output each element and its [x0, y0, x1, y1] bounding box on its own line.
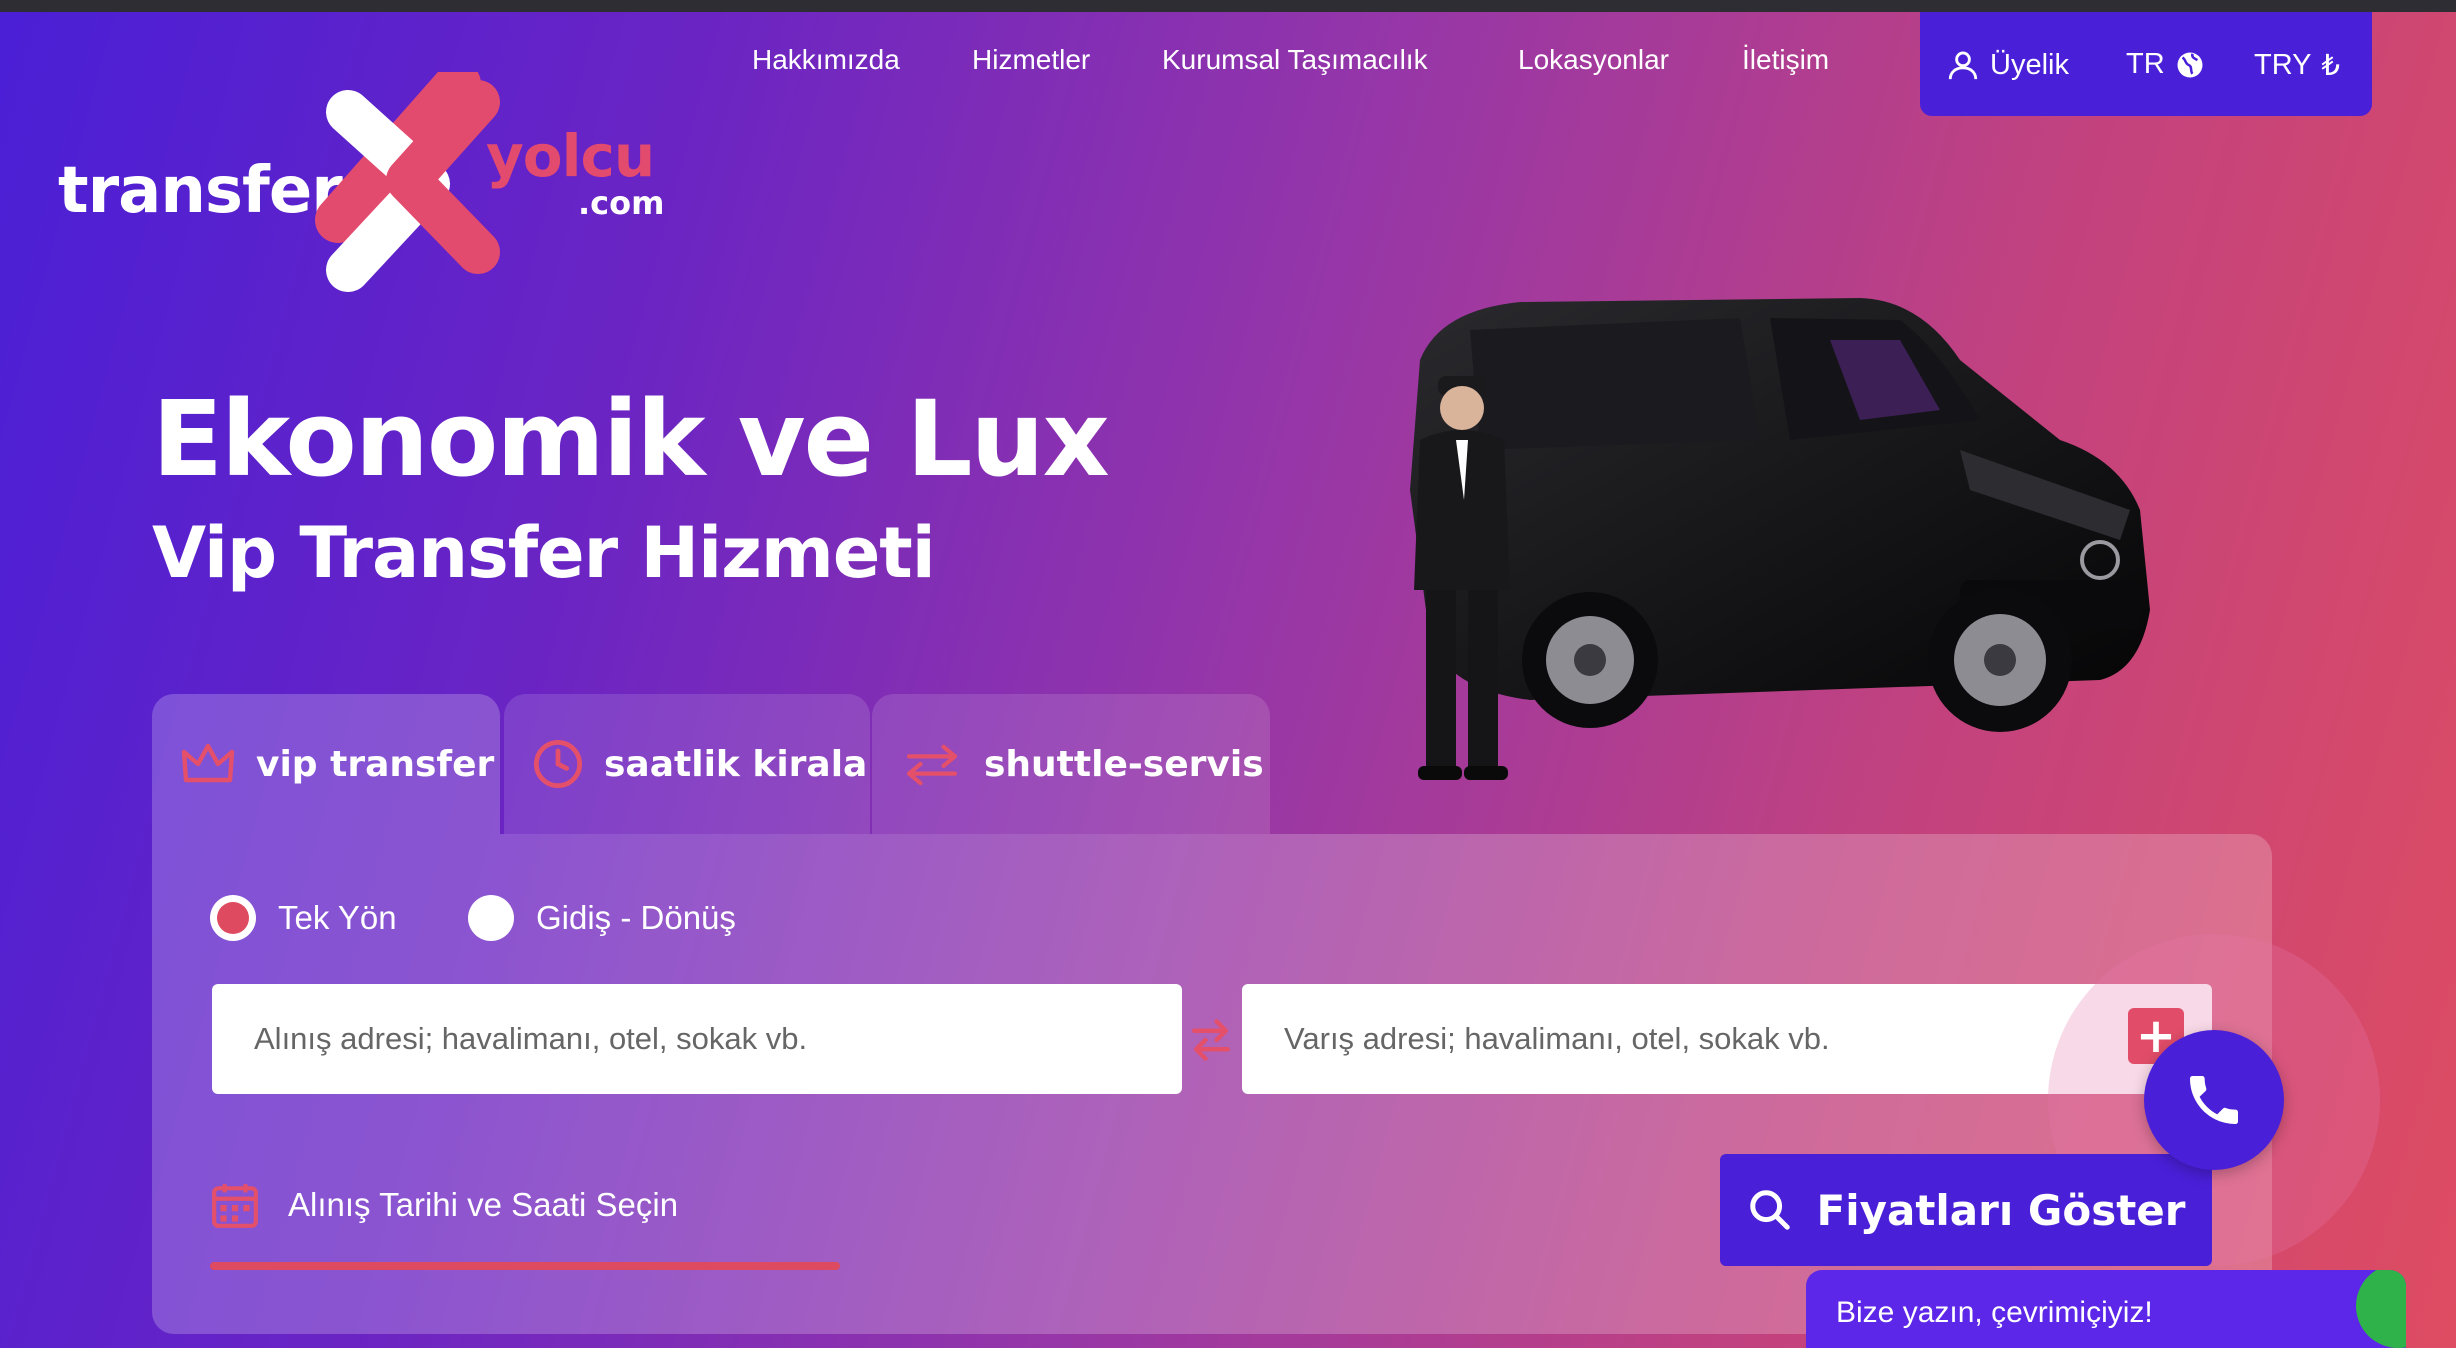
site-logo[interactable]: transfer yolcu .com [58, 72, 678, 292]
membership-label: Üyelik [1990, 48, 2069, 81]
hero-title: Ekonomik ve Lux [152, 378, 1110, 500]
logo-text-transfer: transfer [58, 154, 343, 228]
chat-status-icon [2356, 1270, 2406, 1348]
radio-one-way-label: Tek Yön [278, 899, 397, 936]
currency-selector[interactable]: TRY ₺ [2254, 48, 2340, 83]
crown-icon [181, 743, 235, 783]
clock-icon [533, 739, 583, 789]
radio-round-trip[interactable]: Gidiş - Dönüş [468, 895, 736, 941]
language-selector[interactable]: TR [2126, 48, 2205, 81]
hero-subtitle: Vip Transfer Hizmeti [152, 512, 936, 594]
tab-label: shuttle-servis [984, 743, 1264, 785]
show-prices-button[interactable]: Fiyatları Göster [1720, 1154, 2212, 1266]
language-label: TR [2126, 48, 2165, 80]
pickup-field[interactable] [212, 984, 1182, 1094]
tab-label: saatlik kirala [604, 743, 868, 785]
calendar-icon [212, 1184, 258, 1228]
date-underline [210, 1262, 840, 1270]
lira-icon: ₺ [2321, 50, 2340, 82]
call-button[interactable] [2144, 1030, 2284, 1170]
nav-link-about[interactable]: Hakkımızda [752, 44, 900, 76]
radio-round-trip-dot[interactable] [468, 895, 514, 941]
pickup-address-input[interactable] [252, 1020, 1182, 1058]
browser-top-strip [0, 0, 2456, 12]
van-with-driver-image [1410, 298, 2150, 780]
user-icon [1948, 51, 1978, 80]
date-time-label: Alınış Tarihi ve Saati Seçin [288, 1186, 679, 1223]
logo-text-yolcu: yolcu [486, 122, 655, 190]
logo-text-com: .com [578, 184, 665, 222]
date-time-picker[interactable]: Alınış Tarihi ve Saati Seçin [210, 1180, 678, 1230]
show-prices-label: Fiyatları Göster [1816, 1185, 2186, 1235]
live-chat-widget[interactable]: Bize yazın, çevrimiçiyiz! [1806, 1270, 2406, 1348]
tab-hourly-rent[interactable]: saatlik kirala [504, 694, 870, 834]
globe-icon [2177, 52, 2203, 77]
tab-shuttle-service[interactable]: shuttle-servis [872, 694, 1270, 834]
chat-label: Bize yazın, çevrimiçiyiz! [1836, 1296, 2153, 1329]
tab-vip-transfer[interactable]: vip transfer [152, 694, 500, 834]
logo-x-icon [315, 72, 500, 292]
nav-link-corporate[interactable]: Kurumsal Taşımacılık [1162, 44, 1428, 76]
radio-one-way[interactable]: Tek Yön [210, 895, 397, 941]
swap-arrows-icon [906, 744, 958, 786]
nav-link-contact[interactable]: İletişim [1742, 44, 1829, 76]
radio-one-way-dot[interactable] [210, 895, 256, 941]
radio-round-trip-label: Gidiş - Dönüş [536, 899, 736, 936]
nav-link-services[interactable]: Hizmetler [972, 44, 1090, 76]
search-icon [1749, 1190, 1790, 1230]
phone-icon [2190, 1076, 2238, 1124]
membership-button[interactable]: Üyelik [1946, 48, 2069, 82]
nav-link-locations[interactable]: Lokasyonlar [1518, 44, 1669, 76]
account-bar: Üyelik TR TRY ₺ [1920, 12, 2372, 116]
swap-addresses-icon[interactable] [1188, 1014, 1234, 1066]
tab-label: vip transfer [256, 743, 495, 785]
currency-label: TRY [2254, 49, 2312, 81]
